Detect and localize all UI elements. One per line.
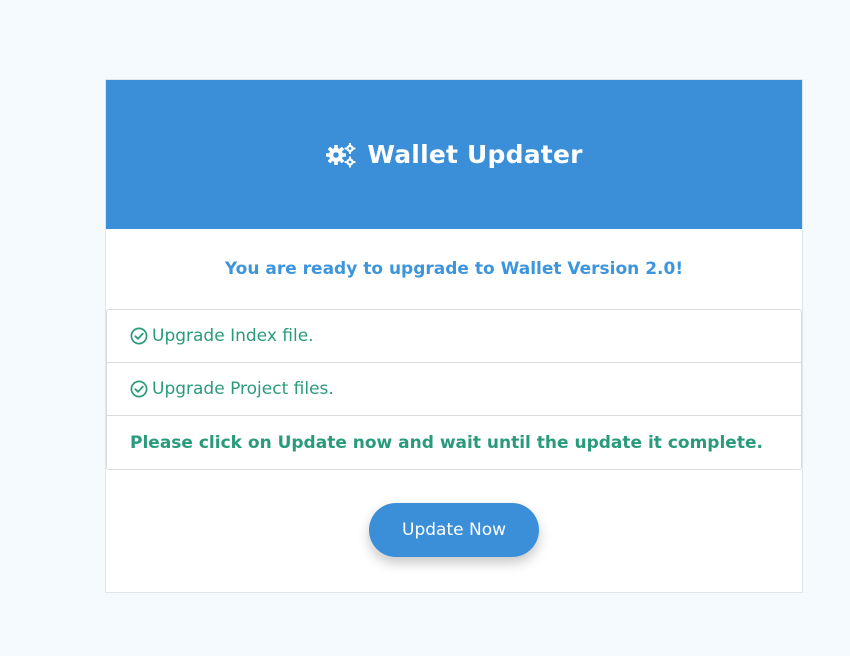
ready-message: You are ready to upgrade to Wallet Versi… (224, 259, 684, 279)
list-item: Upgrade Index file. (107, 310, 801, 363)
step-label: Upgrade Project files. (152, 379, 334, 399)
updater-header: Wallet Updater (106, 80, 802, 229)
updater-card: Wallet Updater You are ready to upgrade … (105, 79, 803, 593)
check-circle-icon (130, 327, 148, 345)
step-label: Upgrade Index file. (152, 326, 314, 346)
page-title: Wallet Updater (367, 140, 583, 169)
list-item: Upgrade Project files. (107, 363, 801, 416)
notice-text: Please click on Update now and wait unti… (130, 432, 763, 453)
update-instructions: Please click on Update now and wait unti… (107, 416, 801, 469)
button-row: Update Now (106, 503, 802, 557)
update-now-button[interactable]: Update Now (369, 503, 539, 557)
upgrade-steps-list: Upgrade Index file. Upgrade Project file… (106, 309, 802, 470)
gears-icon (325, 141, 357, 169)
check-circle-icon (130, 380, 148, 398)
